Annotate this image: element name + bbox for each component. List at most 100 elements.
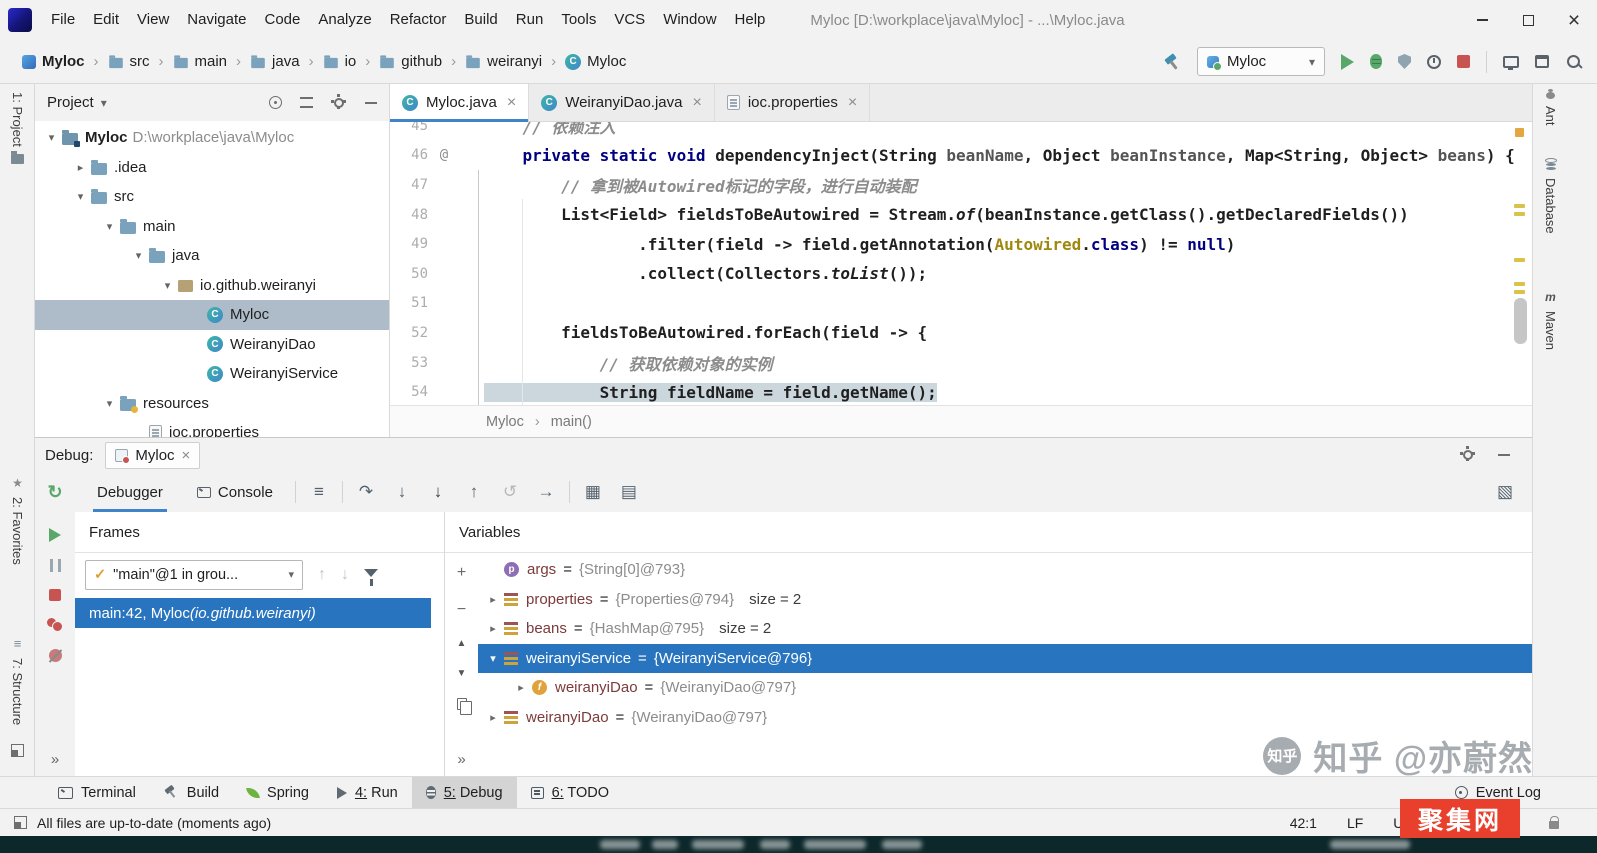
line-ending[interactable]: LF	[1347, 815, 1363, 831]
menu-window[interactable]: Window	[654, 11, 725, 28]
debug-button[interactable]	[1370, 54, 1382, 69]
tab-console[interactable]: Console	[185, 472, 285, 512]
step-into-icon[interactable]: ↓	[389, 482, 415, 502]
stripe-structure-button[interactable]: ≡ 7: Structure	[0, 636, 35, 725]
toolwindow-4-run[interactable]: 4: Run	[323, 777, 412, 808]
search-everywhere-icon[interactable]	[1565, 53, 1583, 71]
toolwindow-spring[interactable]: Spring	[233, 777, 323, 808]
filter-icon[interactable]	[364, 569, 378, 577]
close-icon[interactable]: ×	[848, 94, 857, 112]
chevron-down-icon[interactable]: ▾	[128, 249, 149, 262]
variable-row-weiranyidao[interactable]: ▸weiranyiDao={WeiranyiDao@797}	[478, 703, 1532, 733]
editor-scrollbar[interactable]	[1514, 298, 1527, 344]
chevron-right-icon[interactable]: ▸	[510, 681, 532, 694]
stack-frame-row[interactable]: main:42, Myloc (io.github.weiranyi)	[75, 598, 431, 628]
chevron-down-icon[interactable]: ▾	[99, 220, 120, 233]
evaluate-expression-icon[interactable]: ▦	[580, 482, 606, 502]
gear-icon[interactable]	[334, 98, 344, 108]
lock-icon[interactable]	[1549, 821, 1559, 829]
prev-frame-icon[interactable]: ↑	[318, 566, 326, 584]
duplicate-icon[interactable]	[457, 698, 467, 710]
editor-tab-myloc-java[interactable]: CMyloc.java×	[390, 84, 529, 121]
close-icon[interactable]: ×	[692, 94, 701, 112]
menu-build[interactable]: Build	[455, 11, 506, 28]
move-down-icon[interactable]: ▼	[457, 668, 467, 679]
caret-position[interactable]: 42:1	[1290, 815, 1317, 831]
run-configuration-select[interactable]: Myloc ▾	[1197, 47, 1325, 76]
toolwindow-build[interactable]: Build	[150, 777, 233, 808]
menu-tools[interactable]: Tools	[552, 11, 605, 28]
menu-navigate[interactable]: Navigate	[178, 11, 255, 28]
minimize-button[interactable]	[1459, 0, 1505, 40]
tab-debugger[interactable]: Debugger	[85, 472, 175, 512]
chevron-right-icon[interactable]: ▸	[482, 622, 504, 635]
locate-file-icon[interactable]	[269, 96, 282, 109]
tree-item-io-github-weiranyi[interactable]: ▾io.github.weiranyi	[35, 271, 389, 301]
breadcrumb-item-github[interactable]: github	[375, 51, 446, 72]
toolwindow-5-debug[interactable]: 5: Debug	[412, 777, 517, 808]
breadcrumb-item-src[interactable]: src	[104, 51, 154, 72]
inspection-indicator[interactable]	[1515, 128, 1524, 137]
breadcrumb-item-myloc[interactable]: CMyloc	[561, 51, 630, 72]
chevron-right-icon[interactable]: ▸	[482, 593, 504, 606]
tree-item-myloc[interactable]: CMyloc	[35, 300, 389, 330]
rerun-icon[interactable]: ↻	[35, 482, 75, 503]
gear-icon[interactable]	[1463, 450, 1473, 460]
drop-frame-icon[interactable]: ↺	[497, 482, 523, 502]
menu-code[interactable]: Code	[255, 11, 309, 28]
maximize-button[interactable]	[1505, 0, 1551, 40]
breadcrumb-item-main[interactable]: main()	[551, 414, 592, 430]
restore-layout-icon[interactable]: ≡	[306, 482, 332, 502]
view-breakpoints-icon[interactable]	[47, 618, 63, 632]
stop-icon[interactable]	[49, 589, 61, 601]
warning-marker[interactable]	[1514, 212, 1525, 216]
breadcrumb-item-main[interactable]: main	[169, 51, 232, 72]
resume-icon[interactable]	[49, 528, 61, 542]
run-button[interactable]	[1341, 54, 1354, 70]
pause-icon[interactable]	[50, 559, 61, 572]
menu-help[interactable]: Help	[726, 11, 775, 28]
mute-breakpoints-icon[interactable]	[49, 649, 62, 662]
editor-tab-weiranyidao-java[interactable]: CWeiranyiDao.java×	[529, 84, 715, 121]
remote-run-icon[interactable]	[1503, 56, 1519, 68]
tree-item-main[interactable]: ▾main	[35, 212, 389, 242]
stripe-favorites-button[interactable]: ★ 2: Favorites	[0, 476, 35, 565]
more-icon[interactable]: »	[51, 751, 59, 768]
chevron-down-icon[interactable]: ▾	[101, 96, 107, 110]
chevron-down-icon[interactable]: ▾	[41, 131, 62, 144]
menu-vcs[interactable]: VCS	[605, 11, 654, 28]
tree-item-resources[interactable]: ▾resources	[35, 389, 389, 419]
variable-row-properties[interactable]: ▸properties={Properties@794}size = 2	[478, 585, 1532, 615]
close-icon[interactable]: ×	[507, 94, 516, 112]
tree-item-idea[interactable]: ▸.idea	[35, 153, 389, 183]
step-out-icon[interactable]: ↑	[461, 482, 487, 502]
thread-select[interactable]: ✓ "main"@1 in grou... ▾	[85, 560, 303, 590]
tree-item-myloc[interactable]: ▾MylocD:\workplace\java\Myloc	[35, 123, 389, 153]
remove-watch-icon[interactable]: −	[457, 601, 466, 619]
menu-edit[interactable]: Edit	[84, 11, 128, 28]
profiler-button[interactable]	[1427, 55, 1441, 69]
breadcrumb-item-weiranyi[interactable]: weiranyi	[461, 51, 546, 72]
variable-row-beans[interactable]: ▸beans={HashMap@795}size = 2	[478, 614, 1532, 644]
chevron-down-icon[interactable]: ▾	[99, 397, 120, 410]
menu-file[interactable]: File	[42, 11, 84, 28]
stripe-database-button[interactable]: Database	[1543, 158, 1558, 234]
warning-marker[interactable]	[1514, 282, 1525, 286]
variable-row-weiranyiservice[interactable]: ▾weiranyiService={WeiranyiService@796}	[478, 644, 1532, 674]
warning-marker[interactable]	[1514, 204, 1525, 208]
layout-settings-icon[interactable]: ▧	[1492, 482, 1518, 502]
code-area[interactable]: 45 // 依赖注入46@ private static void depend…	[390, 122, 1532, 405]
warning-marker[interactable]	[1514, 258, 1525, 262]
stripe-ant-button[interactable]: Ant	[1543, 92, 1558, 126]
breadcrumb-item-java[interactable]: java	[246, 51, 304, 72]
variable-row-weiranyidao[interactable]: ▸fweiranyiDao={WeiranyiDao@797}	[478, 673, 1532, 703]
variable-row-args[interactable]: pargs={String[0]@793}	[478, 555, 1532, 585]
menu-analyze[interactable]: Analyze	[309, 11, 380, 28]
build-project-icon[interactable]	[1163, 53, 1181, 71]
warning-marker[interactable]	[1514, 290, 1525, 294]
hide-panel-icon[interactable]	[365, 102, 377, 104]
chevron-down-icon[interactable]: ▾	[157, 279, 178, 292]
chevron-right-icon[interactable]: ▸	[70, 161, 91, 174]
add-watch-icon[interactable]: +	[457, 564, 466, 582]
toolwindow-terminal[interactable]: Terminal	[44, 777, 150, 808]
